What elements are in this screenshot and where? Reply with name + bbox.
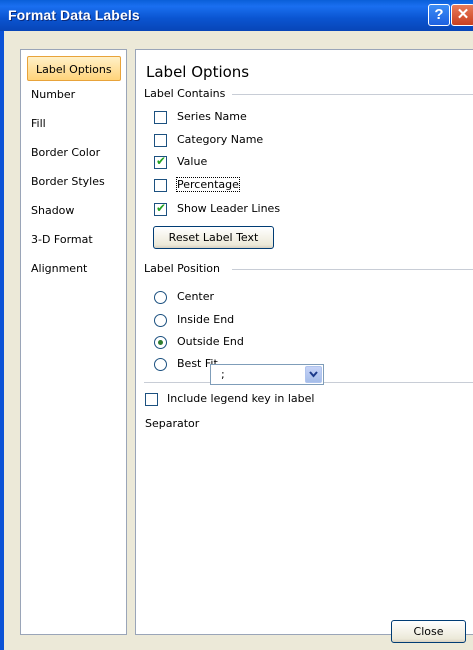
options-panel: Label Options Label Contains Series Name…	[135, 49, 473, 635]
option-text: Show Leader Lines	[177, 202, 281, 215]
checkmark-icon: ✔	[156, 154, 167, 168]
category-name-label[interactable]: Category Name	[177, 133, 263, 146]
center-radio[interactable]	[154, 291, 167, 304]
dropdown-arrow-button[interactable]	[305, 366, 322, 383]
option-text: Include legend key in label	[167, 392, 315, 405]
close-icon: ✕	[456, 6, 470, 23]
nav-item-label: Border Color	[31, 146, 101, 159]
nav-item-label: Shadow	[31, 204, 75, 217]
separator-label: Separator	[145, 417, 200, 430]
chevron-down-icon	[309, 371, 318, 378]
inside-end-radio[interactable]	[154, 314, 167, 327]
help-button[interactable]: ?	[428, 4, 450, 26]
option-text: Value	[177, 155, 208, 168]
nav-item-shadow[interactable]: Shadow	[21, 198, 126, 223]
nav-item-label: Label Options	[36, 63, 112, 76]
panel-heading: Label Options	[146, 63, 250, 81]
outside-end-radio[interactable]	[154, 336, 167, 349]
show-leader-lines-checkbox[interactable]: ✔	[154, 201, 167, 216]
nav-item-label: Border Styles	[31, 175, 105, 188]
window-frame-left	[0, 31, 4, 650]
category-name-checkbox[interactable]	[154, 134, 167, 147]
percentage-checkbox[interactable]	[154, 179, 167, 192]
option-text: Center	[177, 290, 215, 303]
center-label[interactable]: Center	[177, 290, 214, 303]
option-text: Percentage	[177, 178, 239, 191]
nav-item-label: Alignment	[31, 262, 88, 275]
outside-end-label[interactable]: Outside End	[177, 335, 244, 348]
legend-key-checkbox[interactable]	[145, 393, 158, 406]
close-window-button[interactable]: ✕	[451, 4, 473, 26]
help-icon: ?	[434, 6, 444, 23]
series-name-checkbox[interactable]	[154, 111, 167, 124]
button-label: Reset Label Text	[168, 231, 259, 244]
value-label[interactable]: Value	[177, 155, 207, 168]
label-position-title: Label Position	[144, 262, 221, 275]
nav-item-fill[interactable]: Fill	[21, 111, 126, 136]
checkmark-icon: ✔	[156, 201, 167, 215]
show-leader-lines-label[interactable]: Show Leader Lines	[177, 202, 280, 215]
reset-label-text-button[interactable]: Reset Label Text	[153, 226, 274, 249]
nav-item-alignment[interactable]: Alignment	[21, 256, 126, 281]
category-nav: Label Options Number Fill Border Color B…	[20, 49, 127, 635]
option-text: Inside End	[177, 313, 235, 326]
nav-item-label: Fill	[31, 117, 46, 130]
nav-item-label: Number	[31, 88, 76, 101]
series-name-label[interactable]: Series Name	[177, 110, 247, 123]
close-button[interactable]: Close	[391, 620, 466, 643]
group-divider	[232, 94, 473, 95]
value-checkbox[interactable]: ✔	[154, 154, 167, 169]
inside-end-label[interactable]: Inside End	[177, 313, 234, 326]
label-contains-title: Label Contains	[144, 87, 226, 100]
nav-item-3d-format[interactable]: 3-D Format	[21, 227, 126, 252]
group-divider	[232, 269, 473, 270]
radio-selected-icon	[158, 340, 163, 345]
option-text: Category Name	[177, 133, 264, 146]
best-fit-radio[interactable]	[154, 358, 167, 371]
percentage-label[interactable]: Percentage	[176, 177, 240, 192]
separator-dropdown[interactable]: ;	[210, 364, 324, 385]
legend-key-label[interactable]: Include legend key in label	[167, 392, 314, 405]
nav-item-number[interactable]: Number	[21, 82, 126, 107]
window-title: Format Data Labels	[8, 7, 140, 23]
option-text: Outside End	[177, 335, 244, 348]
button-label: Close	[413, 625, 444, 638]
nav-item-label-options[interactable]: Label Options	[27, 56, 121, 81]
nav-item-border-styles[interactable]: Border Styles	[21, 169, 126, 194]
nav-item-label: 3-D Format	[31, 233, 93, 246]
separator-value: ;	[221, 368, 225, 381]
title-bar[interactable]: Format Data Labels ? ✕	[0, 0, 473, 31]
nav-item-border-color[interactable]: Border Color	[21, 140, 126, 165]
option-text: Series Name	[177, 110, 247, 123]
